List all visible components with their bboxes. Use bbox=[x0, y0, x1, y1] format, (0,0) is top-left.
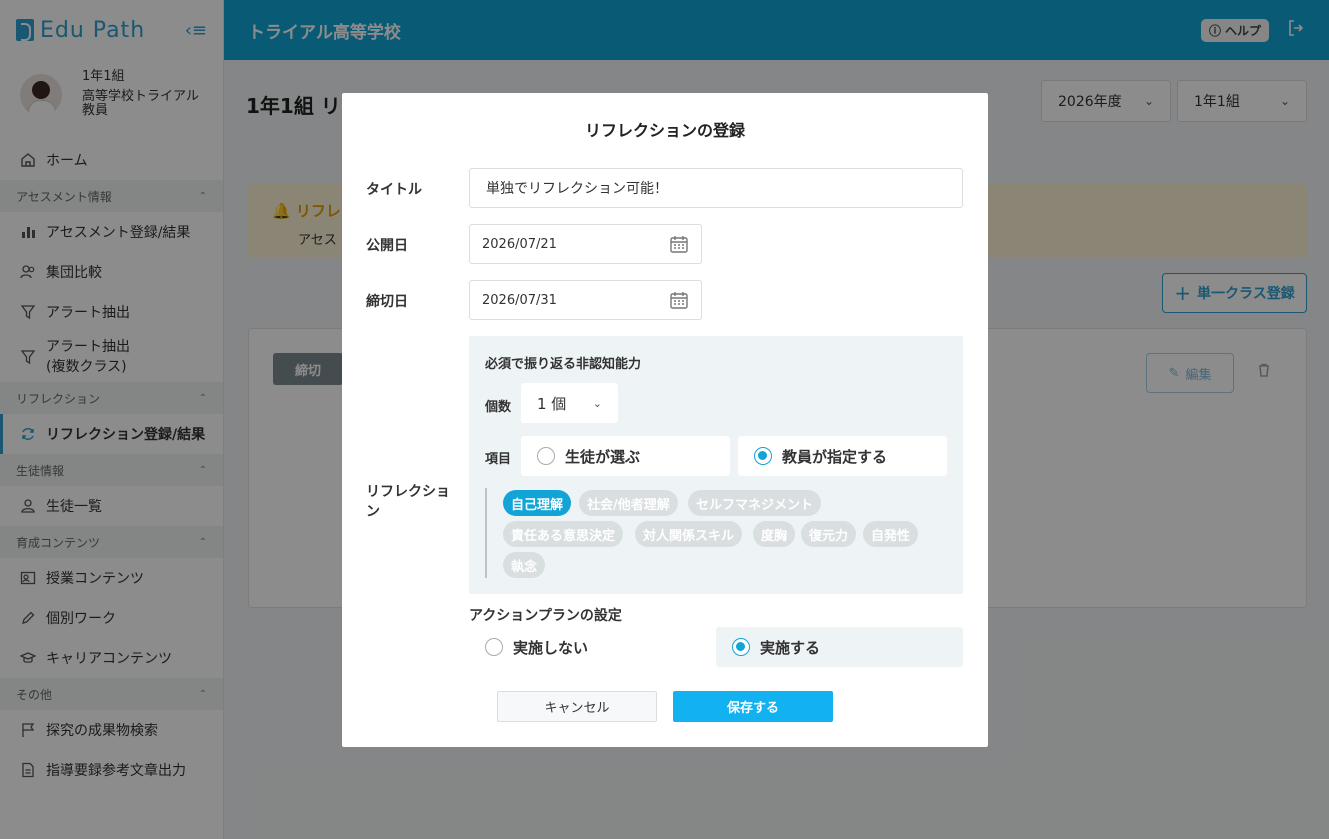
skill-tag[interactable]: 責任ある意思決定 bbox=[503, 521, 624, 547]
count-select[interactable]: 1 個 ⌄ bbox=[521, 383, 618, 423]
reflection-label: リフレクション bbox=[366, 484, 450, 520]
calendar-icon[interactable] bbox=[669, 290, 689, 310]
radio-teacher-specifies[interactable]: 教員が指定する bbox=[738, 436, 947, 476]
radio-button[interactable] bbox=[485, 638, 503, 656]
skill-tag[interactable]: 自発性 bbox=[863, 521, 919, 547]
skill-tag[interactable]: 執念 bbox=[503, 552, 546, 578]
count-value: 1 個 bbox=[537, 394, 567, 413]
reflection-register-modal: リフレクションの登録 タイトル 単独でリフレクション可能！ 公開日 2026/0… bbox=[342, 93, 988, 747]
chevron-down-icon: ⌄ bbox=[592, 396, 602, 410]
calendar-icon[interactable] bbox=[669, 234, 689, 254]
radio-label: 実施しない bbox=[513, 638, 589, 657]
deadline-input[interactable]: 2026/07/31 bbox=[469, 280, 702, 320]
skill-tag[interactable]: 復元力 bbox=[801, 521, 857, 547]
item-label: 項目 bbox=[485, 452, 512, 467]
title-input[interactable]: 単独でリフレクション可能！ bbox=[469, 168, 963, 208]
cancel-button[interactable]: キャンセル bbox=[497, 691, 657, 722]
radio-label: 実施する bbox=[760, 638, 821, 657]
deadline-value: 2026/07/31 bbox=[482, 292, 557, 308]
skill-tag[interactable]: 対人関係スキル bbox=[635, 521, 743, 547]
radio-action-plan-no[interactable]: 実施しない bbox=[469, 627, 716, 667]
radio-action-plan-yes[interactable]: 実施する bbox=[716, 627, 963, 667]
save-button[interactable]: 保存する bbox=[673, 691, 833, 722]
skill-tag[interactable]: セルフマネジメント bbox=[688, 490, 822, 516]
radio-label: 生徒が選ぶ bbox=[565, 447, 641, 466]
skill-tag[interactable]: 度胸 bbox=[753, 521, 796, 547]
publish-date-input[interactable]: 2026/07/21 bbox=[469, 224, 702, 264]
radio-button[interactable] bbox=[754, 447, 772, 465]
title-label: タイトル bbox=[366, 182, 422, 198]
action-plan-label: アクションプランの設定 bbox=[469, 608, 622, 624]
skill-tag[interactable]: 自己理解 bbox=[503, 490, 572, 516]
publish-date-label: 公開日 bbox=[366, 238, 408, 254]
required-skills-title: 必須で振り返る非認知能力 bbox=[485, 357, 642, 372]
deadline-label: 締切日 bbox=[366, 294, 408, 310]
radio-button[interactable] bbox=[732, 638, 750, 656]
radio-student-chooses[interactable]: 生徒が選ぶ bbox=[521, 436, 730, 476]
modal-title: リフレクションの登録 bbox=[584, 121, 745, 140]
skill-tag[interactable]: 社会/他者理解 bbox=[579, 490, 678, 516]
skill-tags: 自己理解 社会/他者理解 セルフマネジメント 責任ある意思決定 対人関係スキル … bbox=[485, 488, 947, 578]
radio-label: 教員が指定する bbox=[782, 447, 888, 466]
count-label: 個数 bbox=[485, 400, 512, 415]
radio-button[interactable] bbox=[537, 447, 555, 465]
publish-date-value: 2026/07/21 bbox=[482, 236, 557, 252]
reflection-settings-box: 必須で振り返る非認知能力 個数 1 個 ⌄ 項目 生徒が選ぶ 教員が指定する 自… bbox=[469, 336, 963, 594]
